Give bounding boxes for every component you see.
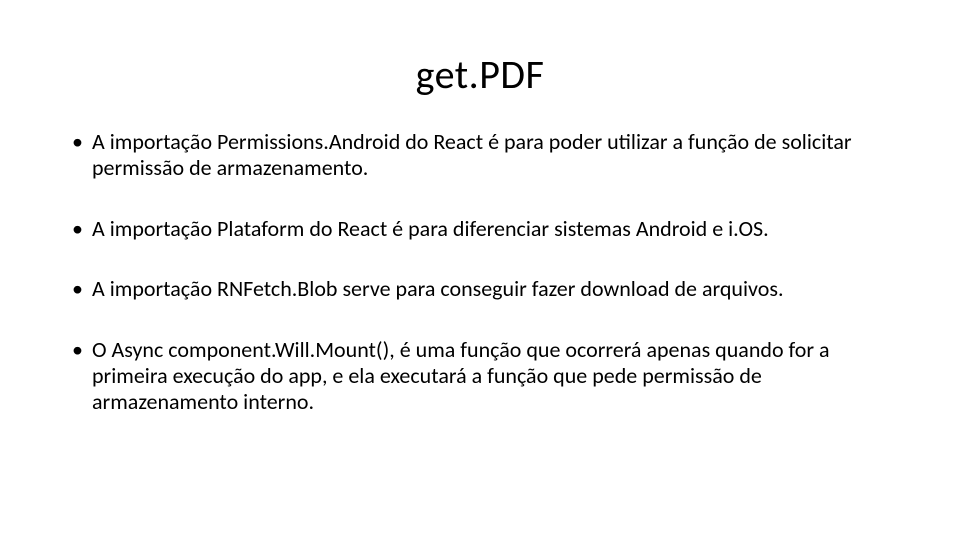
list-item: O Async component.Will.Mount(), é uma fu…	[70, 337, 890, 416]
list-item: A importação Plataform do React é para d…	[70, 216, 890, 242]
slide: get.PDF A importação Permissions.Android…	[0, 0, 960, 540]
list-item: A importação Permissions.Android do Reac…	[70, 129, 890, 182]
bullet-list: A importação Permissions.Android do Reac…	[70, 129, 890, 416]
slide-title: get.PDF	[70, 50, 890, 99]
list-item: A importação RNFetch.Blob serve para con…	[70, 276, 890, 302]
